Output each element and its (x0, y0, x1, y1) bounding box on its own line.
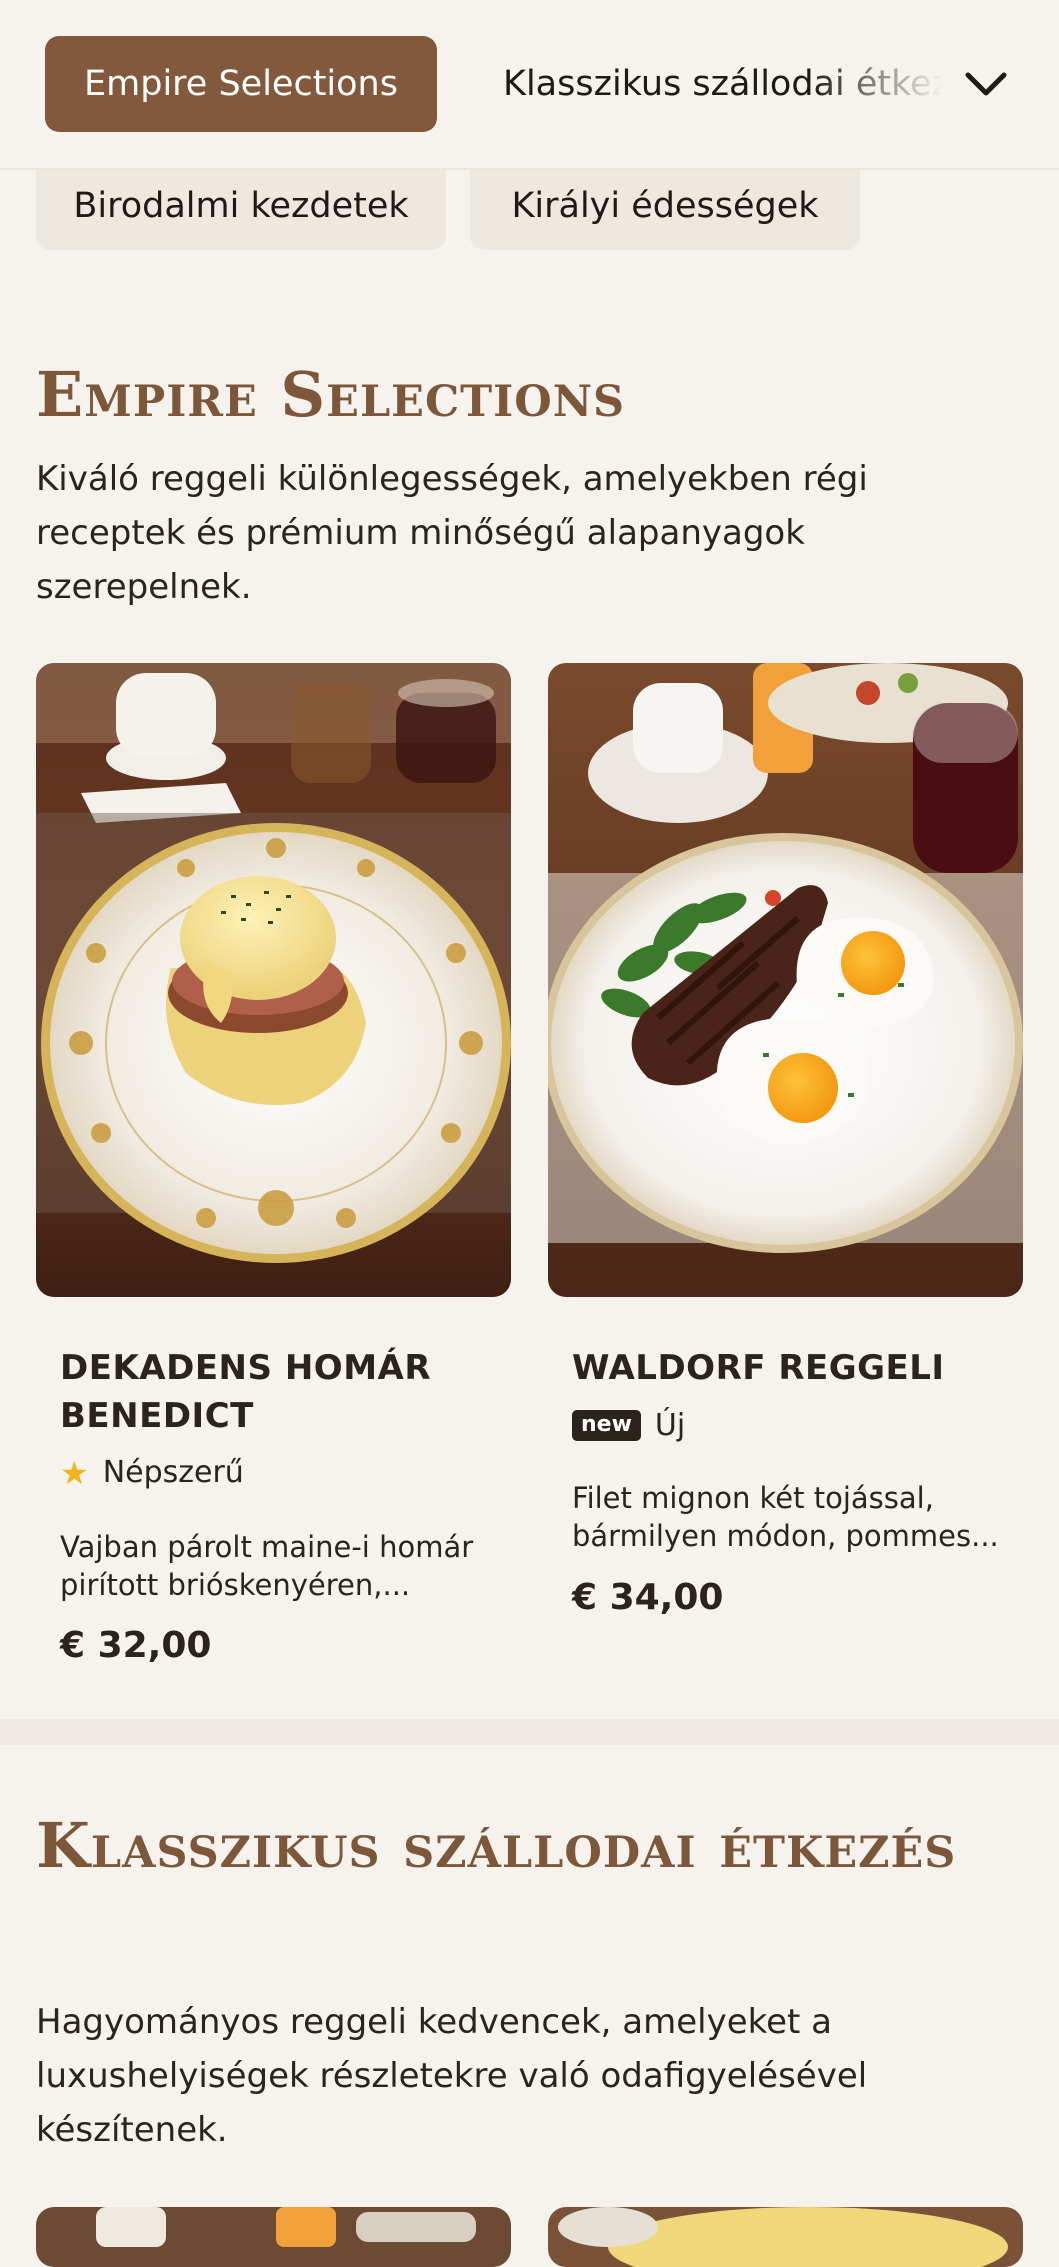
menu-item-description: Vajban párolt maine-i homár pirított bri… (60, 1530, 474, 1602)
star-icon: ★ (60, 1453, 89, 1492)
menu-item-description: Filet mignon két tojással, bármilyen mód… (572, 1481, 999, 1553)
section-title: Empire Selections (36, 358, 626, 431)
menu-item-image[interactable] (36, 2207, 511, 2267)
menu-item-price: € 32,00 (60, 1625, 212, 1666)
category-tab-next[interactable]: Klasszikus szállodai étkezés (503, 36, 943, 132)
category-nav: Empire Selections Klasszikus szállodai é… (0, 0, 1059, 170)
badge-label: Népszerű (102, 1455, 244, 1490)
menu-item-image[interactable] (548, 663, 1023, 1297)
section-divider (0, 1719, 1059, 1745)
category-tab-active[interactable]: Empire Selections (45, 36, 437, 132)
menu-item-badge: ★ Népszerű (60, 1455, 244, 1490)
section-title: Klasszikus szállodai étkezés (36, 1809, 957, 1882)
section-description: Kiváló reggeli különlegességek, amelyekb… (36, 459, 868, 607)
subcategory-chip[interactable]: Királyi édességek (470, 162, 860, 250)
menu-item-title[interactable]: DEKADENS HOMÁR BENEDICT (60, 1344, 480, 1440)
subcategory-chip[interactable]: Birodalmi kezdetek (36, 162, 446, 250)
section-description: Hagyományos reggeli kedvencek, amelyeket… (36, 2002, 868, 2150)
badge-label: Új (654, 1408, 686, 1443)
menu-item-image[interactable] (36, 663, 511, 1297)
new-badge: new (572, 1410, 641, 1441)
chevron-down-icon[interactable] (960, 58, 1012, 110)
menu-item-price: € 34,00 (572, 1577, 724, 1618)
menu-item-badge: new Új (572, 1408, 685, 1443)
menu-item-image[interactable] (548, 2207, 1023, 2267)
menu-item-title[interactable]: WALDORF REGGELI (572, 1344, 992, 1392)
